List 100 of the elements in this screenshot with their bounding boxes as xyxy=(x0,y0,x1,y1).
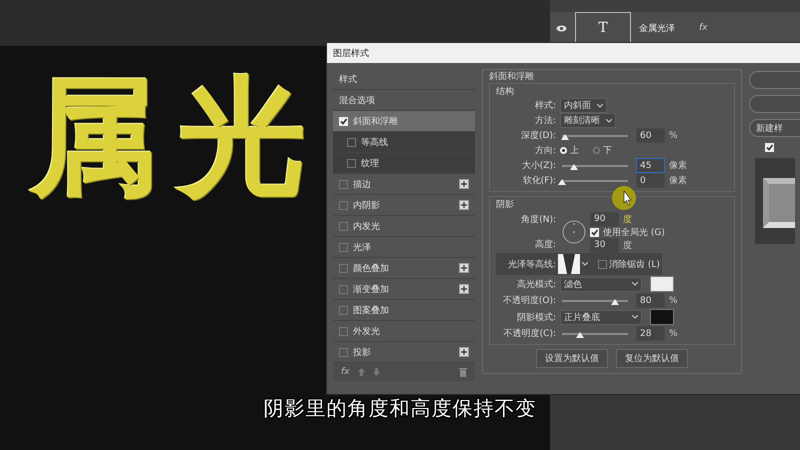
style-label: 描边 xyxy=(353,178,372,190)
dropdown[interactable]: 正片叠底 xyxy=(560,310,642,324)
color-swatch[interactable] xyxy=(650,309,674,325)
checkbox[interactable] xyxy=(339,306,348,314)
slider-thumb[interactable] xyxy=(561,134,570,140)
cursor-highlight-drawing xyxy=(612,186,636,210)
layer-name: 金属光泽 xyxy=(639,22,675,34)
dropdown[interactable]: 滤色 xyxy=(560,276,642,292)
style-item[interactable]: 内阴影 xyxy=(333,195,475,216)
slider-thumb[interactable] xyxy=(570,164,578,170)
angle-dial[interactable] xyxy=(562,220,586,244)
default-button[interactable]: 设置为默认值 xyxy=(536,349,608,368)
field-label: 阴影模式: xyxy=(516,312,556,324)
dropdown[interactable]: 雕刻清晰 xyxy=(560,113,616,128)
caret-icon xyxy=(597,104,603,108)
checkbox[interactable] xyxy=(598,260,607,268)
window-title: 图层样式 xyxy=(333,48,369,60)
style-item[interactable]: 颜色叠加 xyxy=(333,258,475,279)
up-arrow-icon[interactable] xyxy=(358,368,364,376)
group-title: 结构 xyxy=(496,86,515,98)
fx-button[interactable]: fx xyxy=(341,367,350,377)
field-label: 大小(Z): xyxy=(520,160,556,172)
style-label: 光泽 xyxy=(353,242,372,254)
style-label: 等高线 xyxy=(361,136,389,148)
checkbox[interactable] xyxy=(590,228,599,236)
style-item[interactable]: 混合选项 xyxy=(333,90,475,111)
slider-thumb[interactable] xyxy=(558,178,566,184)
default-button[interactable]: 复位为默认值 xyxy=(616,349,688,368)
style-item[interactable]: 图案叠加 xyxy=(333,300,475,321)
eye-icon[interactable] xyxy=(556,24,567,32)
checkbox[interactable] xyxy=(339,116,348,126)
style-label: 斜面和浮雕 xyxy=(353,116,399,128)
number-field[interactable]: 45 xyxy=(636,158,665,173)
checkbox[interactable] xyxy=(339,180,348,188)
checkbox[interactable] xyxy=(339,242,348,252)
unit-label: 度 xyxy=(623,240,632,252)
field-label: 软化(F): xyxy=(522,174,556,187)
field-label: 样式: xyxy=(534,100,556,112)
style-item[interactable]: 渐变叠加 xyxy=(333,279,475,300)
style-item[interactable]: 斜面和浮雕 xyxy=(333,111,475,132)
checkbox[interactable] xyxy=(339,264,348,272)
number-field[interactable]: 80 xyxy=(636,293,665,308)
checkbox[interactable] xyxy=(339,326,348,336)
number-field[interactable]: 0 xyxy=(636,173,665,188)
style-label: 纹理 xyxy=(361,158,380,170)
number-field[interactable]: 90 xyxy=(590,212,619,226)
style-label: 投影 xyxy=(353,346,372,358)
add-icon[interactable] xyxy=(459,263,469,273)
subtitle-text: 阴影里的角度和高度保持不变 xyxy=(264,395,536,422)
style-item[interactable]: 光泽 xyxy=(333,237,475,258)
style-item[interactable]: 投影 xyxy=(333,342,475,363)
trash-icon[interactable] xyxy=(459,367,467,377)
layer-row[interactable]: T 金属光泽 fx xyxy=(550,12,800,44)
dialog-button[interactable]: 新建样 xyxy=(749,119,800,137)
style-label: 混合选项 xyxy=(339,94,376,106)
add-icon[interactable] xyxy=(459,179,469,189)
style-label: 内发光 xyxy=(353,220,381,232)
group-title: 斜面和浮雕 xyxy=(489,71,535,83)
checkbox[interactable] xyxy=(339,348,348,356)
dialog-button[interactable] xyxy=(749,95,800,113)
add-icon[interactable] xyxy=(459,284,469,294)
color-swatch[interactable] xyxy=(650,276,674,292)
style-label: 外发光 xyxy=(353,326,381,338)
checkbox[interactable] xyxy=(347,138,356,146)
field-label: 深度(D): xyxy=(520,130,556,142)
field-label: 高光模式: xyxy=(516,278,556,290)
down-arrow-icon[interactable] xyxy=(372,368,380,376)
add-icon[interactable] xyxy=(459,347,469,357)
dialog-button[interactable] xyxy=(749,71,800,89)
field-label: 不透明度(O): xyxy=(502,294,556,307)
number-field[interactable]: 28 xyxy=(636,326,665,341)
checkbox[interactable] xyxy=(339,200,348,210)
canvas-text: 属光 xyxy=(30,74,326,202)
slider-thumb[interactable] xyxy=(576,332,584,338)
unit-label: % xyxy=(669,130,678,140)
style-label: 内阴影 xyxy=(353,200,381,212)
checkbox[interactable] xyxy=(339,284,348,294)
field-label: 方向: xyxy=(534,144,556,157)
number-field[interactable]: 30 xyxy=(590,238,619,252)
style-item[interactable]: 纹理 xyxy=(333,153,475,174)
radio-option[interactable]: 上 xyxy=(560,144,579,157)
dropdown[interactable]: 内斜面 xyxy=(560,98,607,113)
type-layer-glyph: T xyxy=(598,20,608,36)
style-item[interactable]: 样式 xyxy=(333,69,475,90)
style-item[interactable]: 等高线 xyxy=(333,132,475,153)
unit-label: 度 xyxy=(623,214,632,226)
caret-icon xyxy=(632,315,638,319)
preview-checkbox[interactable] xyxy=(765,143,774,152)
style-item[interactable]: 外发光 xyxy=(333,321,475,342)
radio-option[interactable]: 下 xyxy=(593,144,612,157)
group-title: 阴影 xyxy=(496,199,515,211)
style-item[interactable]: 内发光 xyxy=(333,216,475,237)
unit-label: 像素 xyxy=(669,174,687,187)
field-label: 高度: xyxy=(534,238,556,251)
number-field[interactable]: 60 xyxy=(636,128,665,143)
add-icon[interactable] xyxy=(459,200,469,210)
style-item[interactable]: 描边 xyxy=(333,174,475,195)
contour-picker[interactable] xyxy=(558,254,590,274)
checkbox[interactable] xyxy=(347,158,356,168)
checkbox[interactable] xyxy=(339,222,348,230)
